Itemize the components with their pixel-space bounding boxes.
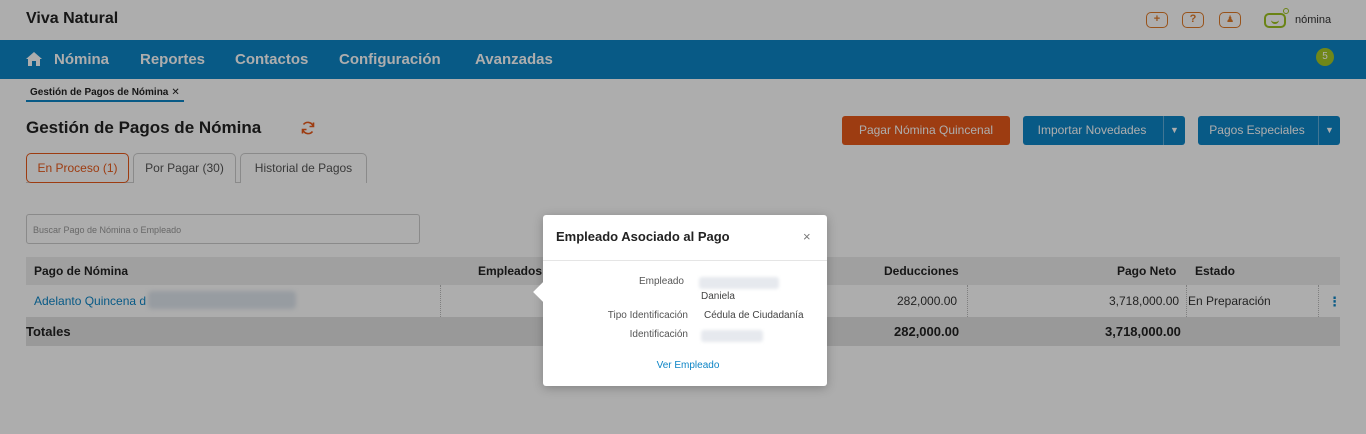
employee-value: Daniela (701, 291, 735, 302)
view-employee-link[interactable]: Ver Empleado (543, 360, 833, 371)
employee-popover: Empleado Asociado al Pago × Empleado Dan… (533, 215, 827, 386)
id-label: Identificación (629, 329, 688, 340)
redacted-text (699, 277, 779, 289)
modal-title: Empleado Asociado al Pago (556, 229, 730, 244)
close-icon[interactable]: × (803, 229, 811, 244)
employee-label: Empleado (638, 276, 684, 287)
redacted-text (701, 330, 763, 342)
id-type-value: Cédula de Ciudadanía (704, 310, 804, 321)
id-type-label: Tipo Identificación (607, 310, 688, 321)
modal-divider (543, 260, 827, 261)
